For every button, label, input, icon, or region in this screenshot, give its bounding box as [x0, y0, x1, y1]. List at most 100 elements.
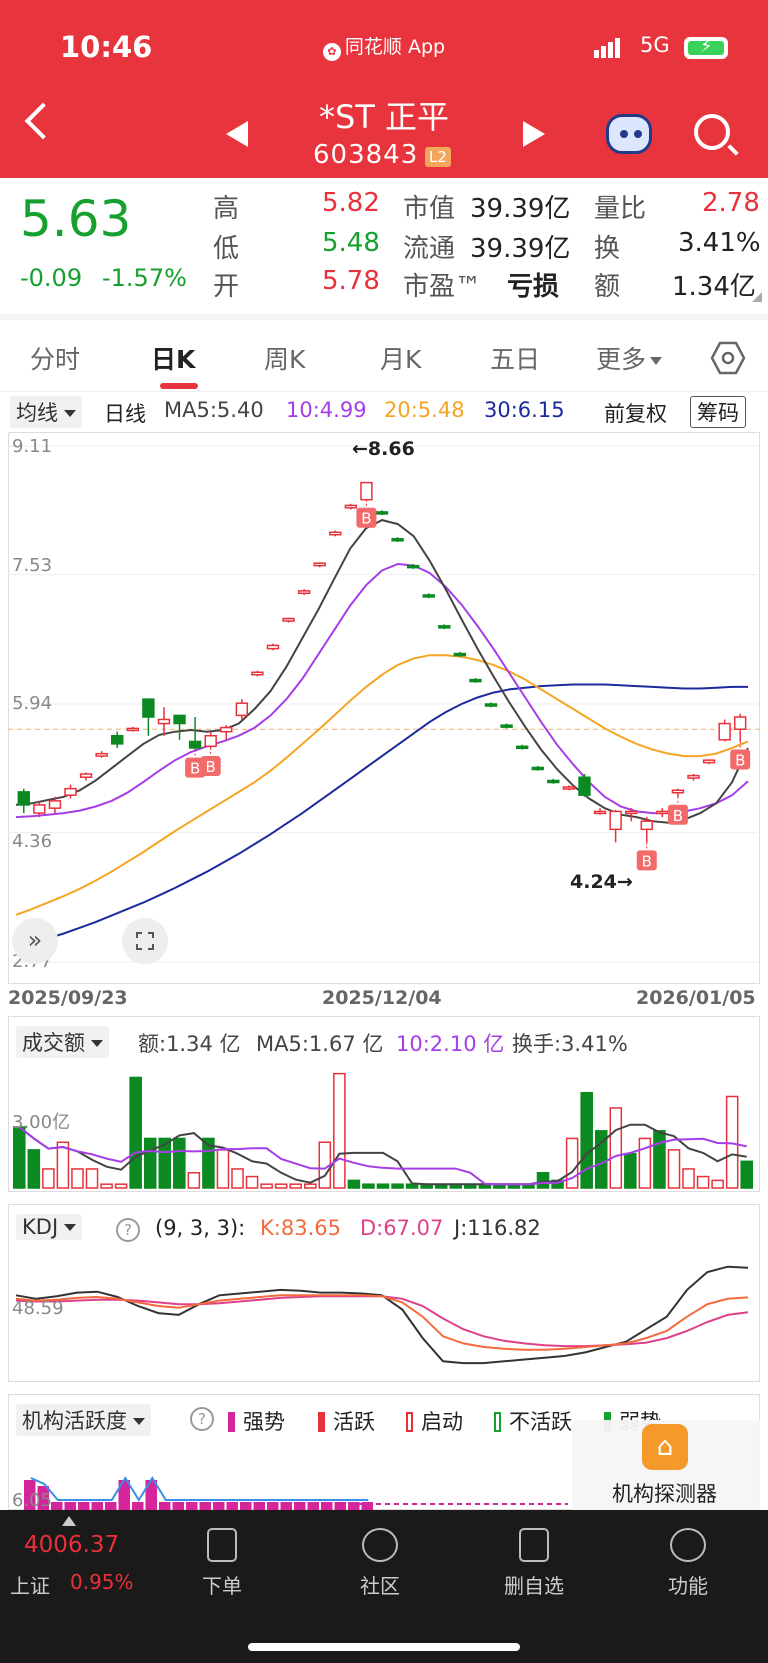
tab-timeshare[interactable]: 分时: [30, 340, 80, 376]
kdj-j: J:116.82: [454, 1216, 541, 1240]
volume-bar: [711, 1179, 724, 1189]
kline-chart[interactable]: B BBBBB: [8, 432, 760, 984]
activity-bar: [226, 1502, 238, 1510]
volume-bar: [245, 1175, 259, 1189]
activity-chart[interactable]: [8, 1448, 568, 1510]
candle-body: [329, 531, 342, 536]
home-indicator: [248, 1643, 520, 1651]
activity-bar: [132, 1502, 144, 1510]
volume-bar: [536, 1172, 550, 1189]
open-value: 5.78: [322, 266, 380, 296]
high-marker: ←8.66: [352, 438, 415, 460]
candle-body: [344, 504, 358, 509]
community-button[interactable]: 社区: [320, 1528, 440, 1599]
signal-icon: [594, 38, 622, 58]
kdj-chart[interactable]: [8, 1248, 760, 1380]
candle-body: [266, 644, 280, 650]
float-value: 39.39亿: [470, 234, 571, 264]
kdj-help-icon[interactable]: ?: [116, 1218, 140, 1242]
price-change: -0.09: [20, 264, 83, 292]
functions-button[interactable]: 功能: [628, 1528, 748, 1599]
detector-icon: ⌂: [642, 1424, 688, 1470]
volume-bar: [42, 1168, 55, 1189]
kdj-y-tick: 48.59: [12, 1298, 64, 1319]
candle-body: [624, 810, 638, 815]
ma30-label: 30:6.15: [484, 398, 565, 422]
volume-bar: [740, 1160, 754, 1189]
chips-button[interactable]: 筹码: [690, 396, 746, 428]
mcap-label: 市值: [403, 194, 456, 224]
indicator-select-volume[interactable]: 成交额: [16, 1026, 109, 1058]
battery-icon: ⚡: [684, 36, 728, 59]
indicator-select-ma[interactable]: 均线: [10, 396, 82, 428]
legend-active: 活跃: [318, 1406, 375, 1436]
volume-bar: [347, 1179, 361, 1189]
candle-body: [515, 745, 529, 750]
expand-left-icon[interactable]: »: [12, 918, 58, 964]
chevron-down-icon: [650, 357, 663, 365]
tab-five-day[interactable]: 五日: [490, 340, 540, 376]
stock-name: *ST 正平: [318, 98, 450, 136]
volume-bar: [667, 1149, 681, 1189]
activity-bar: [253, 1502, 265, 1510]
search-icon[interactable]: [694, 114, 730, 150]
candle-body: [484, 703, 498, 707]
volume-turnover: 换手:3.41%: [512, 1032, 628, 1056]
functions-icon: [670, 1528, 706, 1562]
detector-widget[interactable]: ⌂ 机构探测器: [572, 1420, 760, 1510]
activity-bar: [159, 1502, 171, 1510]
ma10-label: 10:4.99: [286, 398, 367, 422]
volume-bar: [682, 1168, 695, 1189]
chevron-down-icon: [64, 410, 76, 417]
activity-y-tick: 6.05: [12, 1490, 53, 1511]
candle-body: [95, 752, 108, 757]
activity-bar: [294, 1502, 306, 1510]
adjust-label[interactable]: 前复权: [604, 398, 667, 428]
volume-bar: [173, 1137, 186, 1189]
vol-ratio-value: 2.78: [702, 188, 760, 218]
tab-daily-k[interactable]: 日K: [151, 340, 195, 376]
tab-monthly-k[interactable]: 月K: [380, 340, 421, 376]
remove-watchlist-button[interactable]: 删自选: [474, 1528, 594, 1599]
candle-body: [453, 652, 467, 657]
index-value[interactable]: 4006.37: [24, 1532, 119, 1558]
index-change-pct: 0.95%: [70, 1570, 134, 1594]
candle-body: [64, 787, 77, 796]
buy-signal-label: B: [206, 758, 216, 776]
indicator-select-activity[interactable]: 机构活跃度: [16, 1404, 151, 1436]
indicator-select-kdj[interactable]: KDJ: [16, 1214, 83, 1240]
activity-bar: [267, 1502, 279, 1510]
activity-help-icon[interactable]: ?: [190, 1407, 214, 1431]
tab-weekly-k[interactable]: 周K: [264, 340, 305, 376]
stock-code: 603843: [313, 140, 419, 170]
legend-start: 启动: [406, 1406, 463, 1436]
ma20-line: [15, 654, 749, 916]
volume-bar: [696, 1175, 710, 1189]
fullscreen-icon[interactable]: [122, 918, 168, 964]
expand-corner-icon[interactable]: [752, 292, 762, 302]
robot-assistant-icon[interactable]: [606, 114, 652, 154]
vol-ratio-label: 量比: [594, 194, 647, 224]
volume-chart[interactable]: [8, 1060, 760, 1190]
pe-label: 市盈™: [403, 272, 482, 302]
order-button[interactable]: 下单: [162, 1528, 282, 1599]
buy-signal-label: B: [735, 751, 745, 769]
amount-label: 额: [594, 272, 621, 302]
activity-bar: [186, 1502, 198, 1510]
volume-bar: [624, 1152, 637, 1189]
activity-bar: [91, 1502, 103, 1510]
community-icon: [362, 1528, 398, 1562]
y-tick-1: 9.11: [12, 436, 53, 457]
candle-body: [718, 722, 731, 741]
activity-bar: [199, 1502, 211, 1510]
volume-bar: [609, 1107, 623, 1189]
tab-more[interactable]: 更多: [596, 340, 663, 376]
settings-icon[interactable]: [710, 340, 746, 376]
index-expand-icon[interactable]: [62, 1516, 76, 1526]
low-value: 5.48: [322, 228, 380, 258]
next-stock-icon[interactable]: [523, 121, 545, 147]
candle-body: [702, 759, 716, 764]
candle-body: [375, 511, 389, 515]
level2-badge[interactable]: L2: [425, 147, 451, 167]
candle-body: [297, 590, 311, 595]
